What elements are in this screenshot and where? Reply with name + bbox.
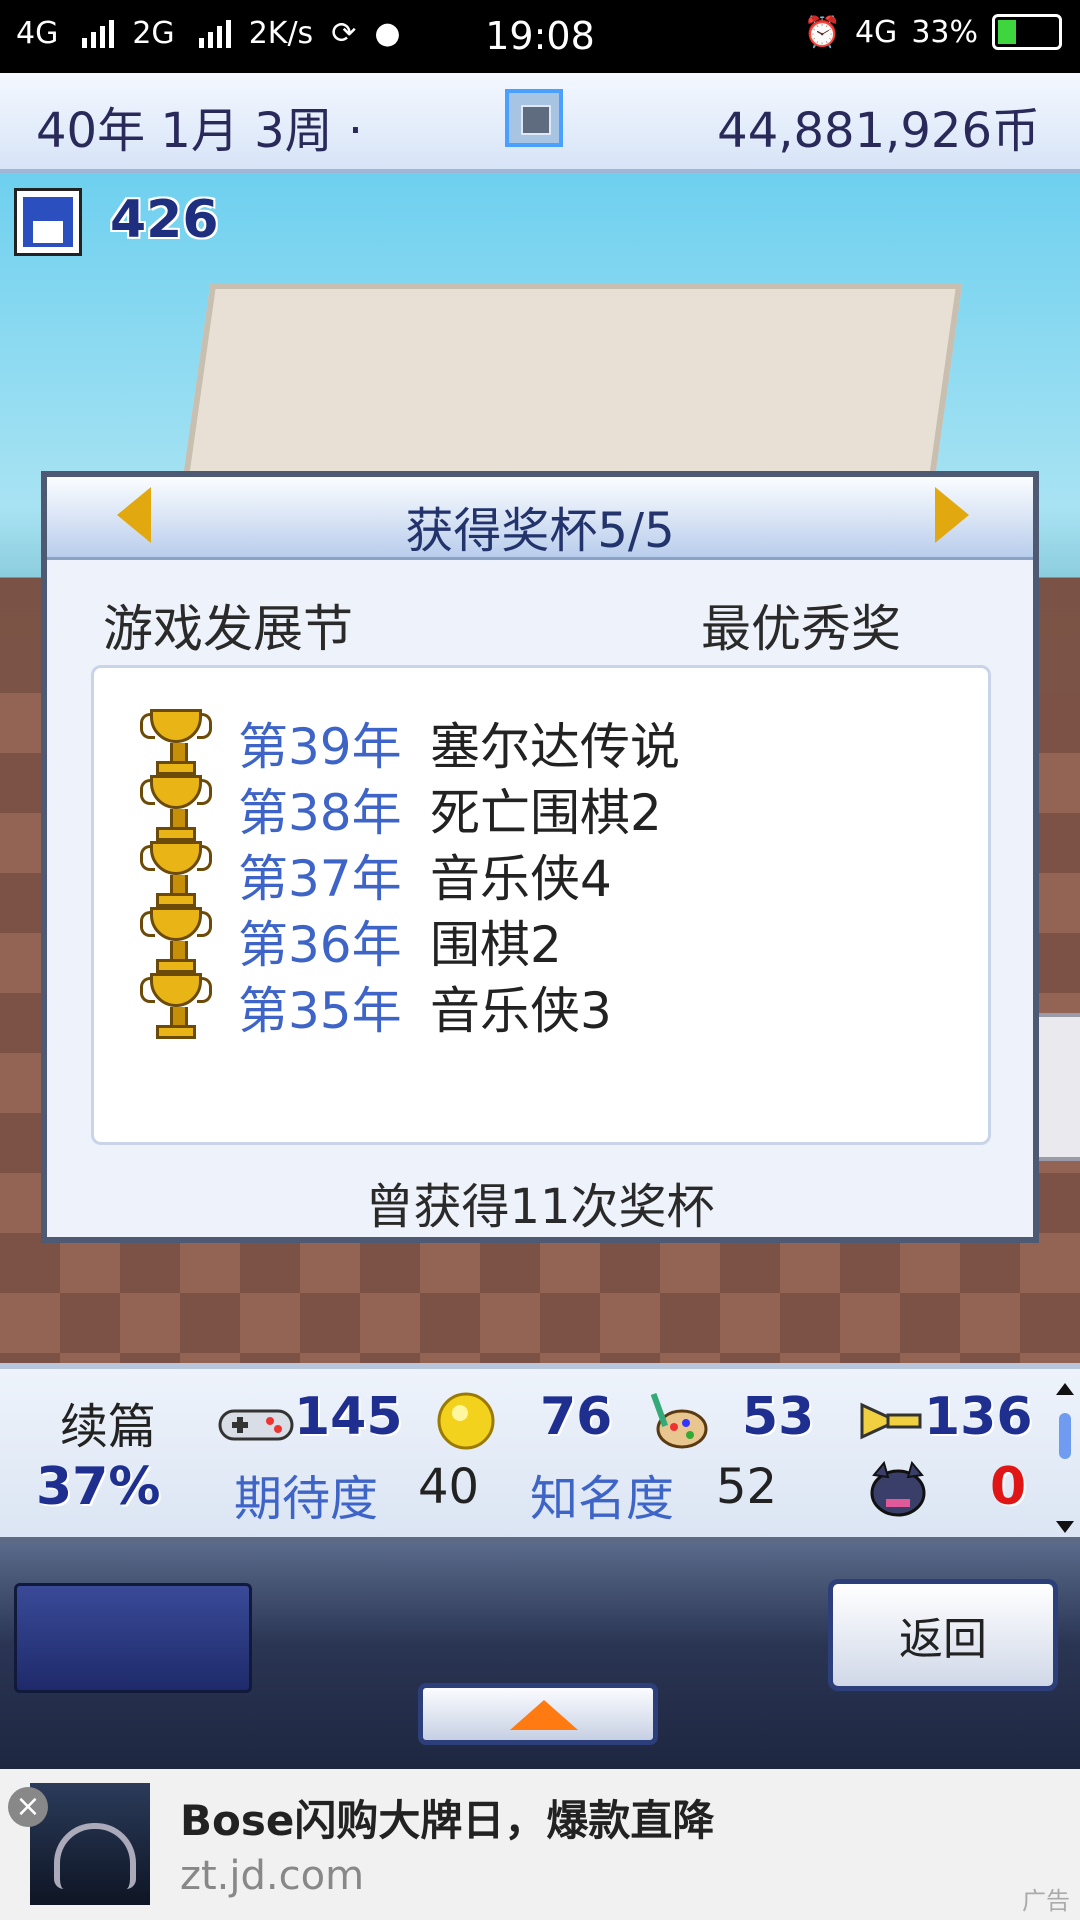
- expectation-value: 40: [418, 1459, 480, 1515]
- paint-value: 53: [742, 1387, 815, 1447]
- game-type-label: 续篇: [60, 1399, 157, 1455]
- trophy-icon: [140, 905, 212, 977]
- ad-tag: 广告: [1022, 1887, 1070, 1915]
- dialog-header: 获得奖杯5/5: [47, 477, 1033, 560]
- ad-banner[interactable]: × Bose闪购大牌日，爆款直降 zt.jd.com 广告: [0, 1769, 1080, 1920]
- sound-value: 136: [924, 1387, 1033, 1447]
- expectation-label: 期待度: [234, 1471, 379, 1527]
- expand-up-button[interactable]: [418, 1683, 658, 1745]
- save-disk-icon[interactable]: [14, 188, 82, 256]
- network-label: 4G: [854, 14, 898, 50]
- back-button[interactable]: 返回: [828, 1579, 1058, 1691]
- ad-url[interactable]: zt.jd.com: [180, 1853, 364, 1899]
- trophy-game: 围棋2: [430, 916, 562, 974]
- battery-icon: [992, 14, 1062, 50]
- trophy-year: 第35年: [238, 982, 402, 1040]
- scroll-down-icon[interactable]: [1056, 1521, 1074, 1533]
- paint-palette-icon: [650, 1392, 708, 1449]
- bug-value: 0: [990, 1457, 1027, 1517]
- game-top-bar: 40年 1月 3周 · 44,881,926币: [0, 73, 1080, 173]
- bug-icon: [870, 1460, 926, 1517]
- up-arrow-icon: [510, 1700, 578, 1730]
- trophy-game: 塞尔达传说: [430, 718, 680, 776]
- trophy-icon: [140, 839, 212, 911]
- next-arrow-icon[interactable]: [935, 487, 969, 543]
- trophy-list: 第39年 塞尔达传说 第38年 死亡围棋2 第37年 音乐侠4 第36年 围棋2…: [91, 665, 991, 1145]
- alarm-icon: ⏰: [803, 14, 841, 50]
- trophy-year: 第36年: [238, 916, 402, 974]
- trophy-year: 第38年: [238, 784, 402, 842]
- fame-value: 52: [716, 1459, 778, 1515]
- progress-percent: 37%: [36, 1457, 161, 1517]
- fame-label: 知名度: [530, 1471, 675, 1527]
- trophy-game: 音乐侠3: [430, 982, 612, 1040]
- trophy-game: 音乐侠4: [430, 850, 612, 908]
- game-stats-panel: 续篇 37% 145 76 53 136 期待度 40 知名度 52 0: [0, 1363, 1080, 1543]
- save-count: 426: [110, 190, 219, 250]
- trophy-total: 曾获得11次奖杯: [365, 1179, 715, 1235]
- trophy-icon: [140, 707, 212, 779]
- trophy-row: 第36年 围棋2: [140, 906, 562, 976]
- scroll-thumb[interactable]: [1059, 1413, 1071, 1459]
- battery-percent: 33%: [911, 14, 978, 50]
- controller-value: 145: [294, 1387, 403, 1447]
- menu-button[interactable]: [14, 1583, 252, 1693]
- coin-value: 76: [540, 1387, 613, 1447]
- ad-thumbnail[interactable]: [30, 1783, 150, 1905]
- status-bar: 4G 2G 2K/s ⟳ ● 19:08 ⏰ 4G 33%: [0, 0, 1080, 73]
- stats-scrollbar[interactable]: [1056, 1383, 1074, 1533]
- ad-title[interactable]: Bose闪购大牌日，爆款直降: [180, 1787, 714, 1848]
- trophy-row: 第38年 死亡围棋2: [140, 774, 662, 844]
- trophy-row: 第35年 音乐侠3: [140, 972, 612, 1042]
- trophy-row: 第37年 音乐侠4: [140, 840, 612, 910]
- award-category: 游戏发展节: [103, 600, 353, 658]
- dialog-title: 获得奖杯5/5: [405, 503, 675, 559]
- coin-icon: [437, 1392, 495, 1450]
- trophy-icon: [140, 971, 212, 1043]
- trophy-dialog: 获得奖杯5/5 游戏发展节 最优秀奖 第39年 塞尔达传说 第38年 死亡围棋2…: [41, 471, 1039, 1243]
- scroll-up-icon[interactable]: [1056, 1383, 1074, 1395]
- trophy-year: 第37年: [238, 850, 402, 908]
- trophy-year: 第39年: [238, 718, 402, 776]
- bottom-controls: 返回: [0, 1543, 1080, 1769]
- trumpet-icon: [860, 1402, 922, 1440]
- camera-button[interactable]: [505, 89, 563, 147]
- money-display: 44,881,926币: [717, 103, 1040, 159]
- status-right: ⏰ 4G 33%: [804, 14, 1062, 50]
- trophy-icon: [140, 773, 212, 845]
- trophy-row: 第39年 塞尔达传说: [140, 708, 680, 778]
- close-icon[interactable]: ×: [8, 1787, 48, 1827]
- game-date: 40年 1月 3周 ·: [36, 103, 364, 159]
- trophy-game: 死亡围棋2: [430, 784, 662, 842]
- controller-icon: [218, 1409, 294, 1441]
- award-name: 最优秀奖: [701, 600, 901, 658]
